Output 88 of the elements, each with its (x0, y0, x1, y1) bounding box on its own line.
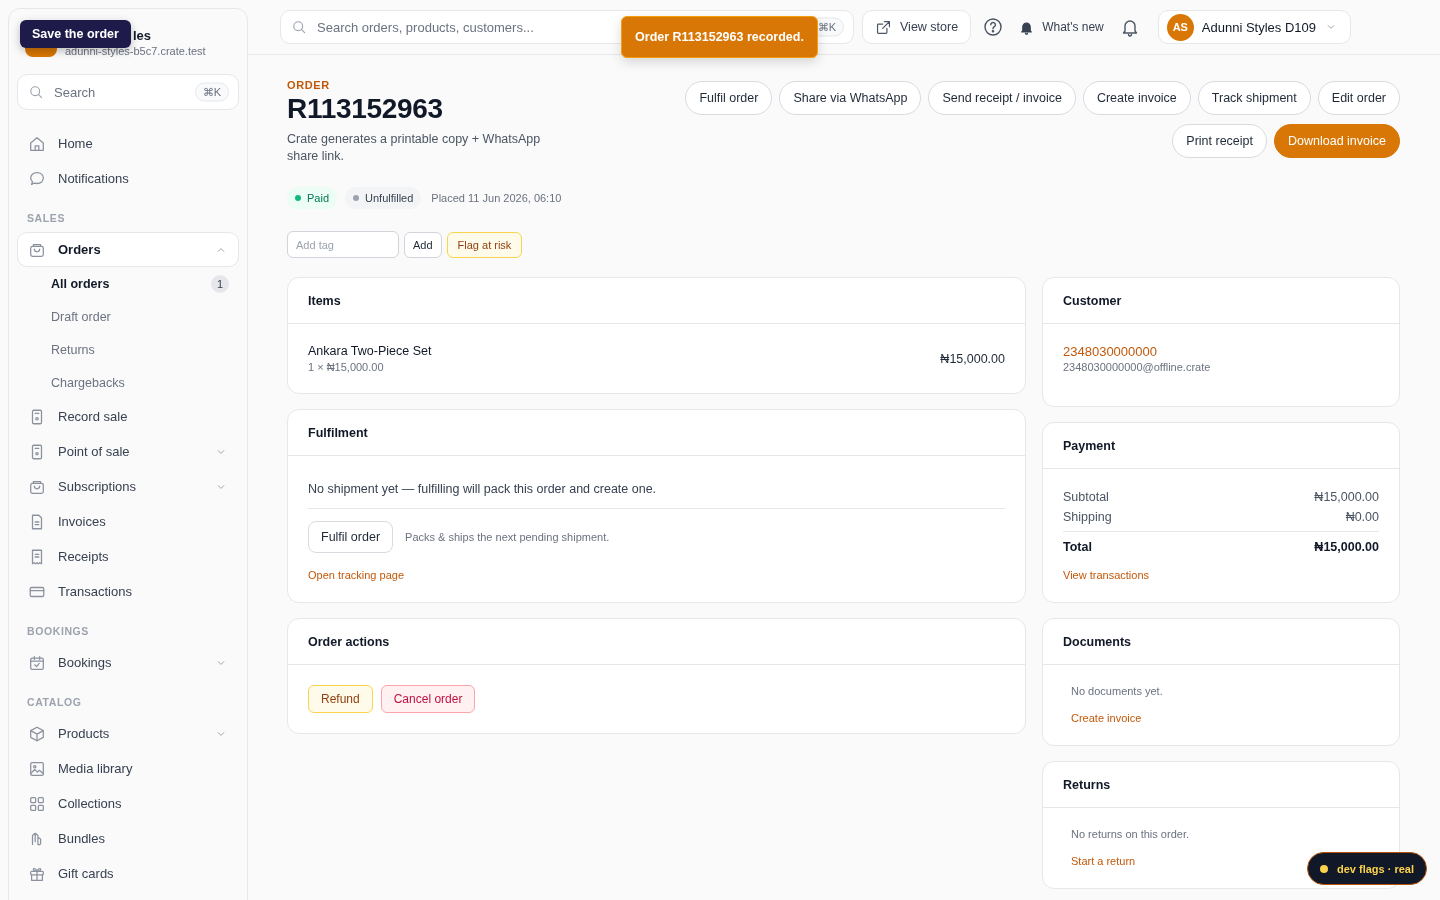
order-action-button[interactable]: Cancel order (380, 685, 476, 713)
sidebar-item[interactable]: Bundles (17, 821, 239, 856)
flag-button[interactable]: Flag at risk (446, 231, 523, 258)
sidebar-item[interactable]: Notifications (17, 161, 239, 196)
item-name: Ankara Two-Piece Set (308, 344, 432, 358)
item-total: ₦15,000.00 (940, 351, 1005, 366)
order-action-button[interactable]: Refund (308, 685, 373, 713)
sidebar-item[interactable]: Point of sale (17, 434, 239, 469)
tag-field[interactable]: Add tag (287, 231, 399, 258)
fulfil-button[interactable]: Fulfil order (308, 521, 394, 553)
home-icon (28, 134, 46, 153)
sidebar-item[interactable]: Orders (17, 232, 239, 267)
search-icon (291, 19, 307, 35)
sidebar-item[interactable]: Products (17, 716, 239, 751)
external-link-icon (875, 18, 892, 36)
payment-label: Shipping (1063, 509, 1112, 526)
sidebar-item[interactable]: Subscriptions (17, 469, 239, 504)
account-menu[interactable]: AS Adunni Styles D109 (1157, 10, 1351, 44)
page-eyebrow: ORDER (287, 79, 331, 91)
item-quantity: 1 × ₦15,000.00 (308, 361, 385, 373)
avatar: AS (1166, 13, 1194, 41)
count-badge: 1 (211, 274, 229, 293)
sidebar-item[interactable]: Media library (17, 751, 239, 786)
status-badge: Paid (287, 187, 338, 209)
sidebar-item[interactable]: Transactions (17, 574, 239, 609)
payment-amount: ₦15,000.00 (1314, 539, 1379, 556)
sidebar-item[interactable]: Receipts (17, 539, 239, 574)
card-title: Order actions (288, 619, 1025, 665)
card-title: Payment (1043, 423, 1399, 469)
chat-bubble-icon (28, 169, 46, 188)
card-title: Customer (1043, 278, 1399, 324)
status-badge: Unfulfilled (345, 187, 422, 209)
payment-label: Subtotal (1063, 489, 1109, 506)
payment-amount: ₦0.00 (1345, 509, 1379, 526)
empty-message: No returns on this order. (1071, 828, 1190, 840)
search-icon (28, 84, 44, 100)
tooltip: Save the order (20, 20, 131, 48)
action-button[interactable]: Edit order (1317, 81, 1400, 115)
shipment-message: No shipment yet — fulfilling will pack this order and create one. (308, 482, 1005, 509)
view-store-button[interactable]: View store (862, 10, 972, 44)
grid-icon (28, 794, 46, 813)
sidebar-item[interactable]: Invoices (17, 504, 239, 539)
section-heading: CATALOG (26, 695, 83, 710)
add-tag-button[interactable]: Add (404, 231, 442, 258)
card-title: Fulfilment (288, 410, 1025, 456)
action-button[interactable]: Fulfil order (685, 81, 773, 115)
calendar-icon (28, 653, 46, 672)
sidebar-subitem[interactable]: Chargebacks (17, 366, 239, 399)
bell-icon (1019, 19, 1035, 35)
whats-new-button[interactable]: What's new (1015, 15, 1108, 39)
sidebar-item[interactable]: Home (17, 126, 239, 161)
payment-amount: ₦15,000.00 (1314, 489, 1379, 506)
sidebar-item[interactable]: Collections (17, 786, 239, 821)
status-dot-icon (1320, 864, 1328, 873)
image-icon (28, 759, 46, 778)
card-link[interactable]: Start a return (1071, 855, 1136, 867)
store-name: les (133, 27, 152, 43)
order-number: R113152963 (287, 93, 444, 125)
action-button[interactable]: Share via WhatsApp (779, 81, 922, 115)
action-button[interactable]: Print receipt (1172, 124, 1267, 158)
placed-date: Placed 11 Jun 2026, 06:10 (431, 192, 562, 204)
card-title: Items (288, 278, 1025, 324)
fulfil-hint: Packs & ships the next pending shipment. (405, 531, 610, 543)
sidebar-subitem[interactable]: Returns (17, 333, 239, 366)
page-description: Crate generates a printable copy + WhatsApp share link. (287, 131, 542, 165)
transactions-link[interactable]: View transactions (1063, 569, 1149, 581)
action-button[interactable]: Create invoice (1082, 81, 1191, 115)
customer-email: 2348030000000@offline.crate (1063, 361, 1212, 373)
action-button[interactable]: Send receipt / invoice (928, 81, 1076, 115)
customer-phone-link[interactable]: 2348030000000 (1063, 344, 1379, 359)
sidebar-subitem[interactable]: All orders 1 (17, 267, 239, 300)
action-button[interactable]: Track shipment (1197, 81, 1311, 115)
section-heading: SALES (26, 211, 66, 226)
toast-notification: Order R113152963 recorded. (621, 16, 818, 58)
sidebar-subitem[interactable]: Draft order (17, 300, 239, 333)
cube-icon (28, 724, 46, 743)
help-icon (983, 17, 1004, 37)
sidebar-item[interactable]: Bookings (17, 645, 239, 680)
section-heading: BOOKINGS (26, 624, 90, 639)
card-title: Returns (1043, 762, 1399, 808)
payment-label: Total (1063, 539, 1092, 556)
dev-flags-pill[interactable]: dev flags · real (1307, 852, 1428, 885)
tracking-link[interactable]: Open tracking page (308, 569, 404, 581)
sidebar-item[interactable]: Record sale (17, 399, 239, 434)
card-link[interactable]: Create invoice (1071, 712, 1142, 724)
sidebar-item[interactable]: Gift cards (17, 856, 239, 891)
card-title: Documents (1043, 619, 1399, 665)
empty-message: No documents yet. (1071, 685, 1164, 697)
